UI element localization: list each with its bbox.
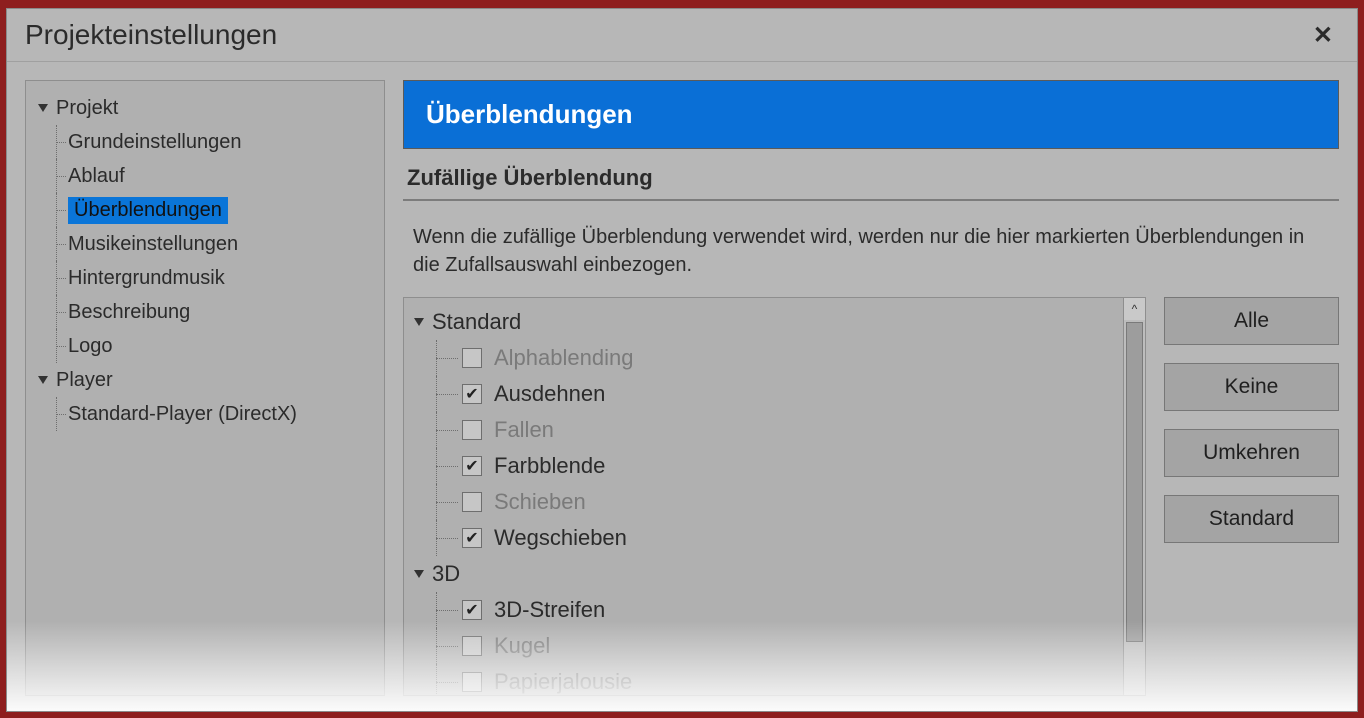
settings-window: Projekteinstellungen ✕ Projekt Grundeins… (6, 8, 1358, 712)
checkbox-icon[interactable] (462, 636, 482, 656)
transition-item-3d-streifen[interactable]: ✔ 3D-Streifen (414, 592, 1141, 628)
select-none-button[interactable]: Keine (1164, 363, 1339, 411)
sidebar-item-ueberblendungen[interactable]: Überblendungen (34, 193, 376, 227)
default-selection-button[interactable]: Standard (1164, 495, 1339, 543)
sidebar-item-grundeinstellungen[interactable]: Grundeinstellungen (34, 125, 376, 159)
transition-item-alphablending[interactable]: Alphablending (414, 340, 1141, 376)
button-column: Alle Keine Umkehren Standard (1164, 297, 1339, 696)
checkbox-icon[interactable] (462, 492, 482, 512)
transition-item-farbblende[interactable]: ✔ Farbblende (414, 448, 1141, 484)
transition-item-label: Papierjalousie (494, 669, 632, 695)
sidebar-item-hintergrundmusik[interactable]: Hintergrundmusik (34, 261, 376, 295)
section-description: Wenn die zufällige Überblendung verwende… (403, 215, 1339, 283)
caret-down-icon (38, 376, 48, 384)
transition-item-label: Farbblende (494, 453, 605, 479)
scroll-thumb[interactable] (1126, 322, 1143, 642)
checkbox-icon[interactable] (462, 420, 482, 440)
sidebar-item-label: Hintergrundmusik (68, 267, 225, 290)
list-row: Standard Alphablending ✔ Ausdehnen Fallen… (403, 297, 1339, 696)
transition-item-label: Fallen (494, 417, 554, 443)
transition-item-label: Alphablending (494, 345, 633, 371)
panel-header: Überblendungen (403, 80, 1339, 149)
transition-item-label: Ausdehnen (494, 381, 605, 407)
transition-item-label: Kugel (494, 633, 550, 659)
checkbox-checked-icon[interactable]: ✔ (462, 456, 482, 476)
transition-item-kugel[interactable]: Kugel (414, 628, 1141, 664)
sidebar-item-label: Überblendungen (68, 197, 228, 224)
sidebar-tree: Projekt Grundeinstellungen Ablauf Überbl… (25, 80, 385, 696)
sidebar-item-label: Grundeinstellungen (68, 131, 241, 154)
checkbox-icon[interactable] (462, 348, 482, 368)
transition-item-schieben[interactable]: Schieben (414, 484, 1141, 520)
window-title: Projekteinstellungen (25, 19, 277, 51)
main-panel: Überblendungen Zufällige Überblendung We… (403, 80, 1347, 696)
transition-group-label: 3D (432, 561, 460, 587)
transition-item-ausdehnen[interactable]: ✔ Ausdehnen (414, 376, 1141, 412)
titlebar: Projekteinstellungen ✕ (7, 9, 1357, 62)
caret-down-icon (414, 570, 424, 578)
transition-item-label: Wegschieben (494, 525, 627, 551)
transition-item-label: Schieben (494, 489, 586, 515)
sidebar-item-ablauf[interactable]: Ablauf (34, 159, 376, 193)
checkbox-checked-icon[interactable]: ✔ (462, 600, 482, 620)
caret-down-icon (38, 104, 48, 112)
transition-group-3d[interactable]: 3D (414, 556, 1141, 592)
transition-group-label: Standard (432, 309, 521, 335)
sidebar-item-label: Musikeinstellungen (68, 233, 238, 256)
sidebar-item-label: Logo (68, 335, 113, 358)
sidebar-group-player[interactable]: Player (34, 363, 376, 397)
sidebar-item-logo[interactable]: Logo (34, 329, 376, 363)
section-title: Zufällige Überblendung (403, 163, 1339, 201)
sidebar-item-label: Beschreibung (68, 301, 190, 324)
invert-selection-button[interactable]: Umkehren (1164, 429, 1339, 477)
sidebar-item-standard-player[interactable]: Standard-Player (DirectX) (34, 397, 376, 431)
sidebar-item-label: Ablauf (68, 165, 125, 188)
caret-down-icon (414, 318, 424, 326)
scroll-up-icon[interactable]: ^ (1124, 298, 1145, 320)
checkbox-icon[interactable] (462, 672, 482, 692)
select-all-button[interactable]: Alle (1164, 297, 1339, 345)
sidebar-item-label: Standard-Player (DirectX) (68, 403, 297, 426)
checkbox-checked-icon[interactable]: ✔ (462, 384, 482, 404)
scrollbar[interactable]: ^ (1123, 298, 1145, 695)
content-area: Projekt Grundeinstellungen Ablauf Überbl… (7, 62, 1357, 706)
transition-group-standard[interactable]: Standard (414, 304, 1141, 340)
sidebar-item-musikeinstellungen[interactable]: Musikeinstellungen (34, 227, 376, 261)
transition-item-fallen[interactable]: Fallen (414, 412, 1141, 448)
checkbox-checked-icon[interactable]: ✔ (462, 528, 482, 548)
transition-item-papierjalousie[interactable]: Papierjalousie (414, 664, 1141, 696)
transition-item-wegschieben[interactable]: ✔ Wegschieben (414, 520, 1141, 556)
sidebar-item-beschreibung[interactable]: Beschreibung (34, 295, 376, 329)
sidebar-group-projekt[interactable]: Projekt (34, 91, 376, 125)
close-icon[interactable]: ✕ (1307, 21, 1339, 50)
transition-item-label: 3D-Streifen (494, 597, 605, 623)
transition-list: Standard Alphablending ✔ Ausdehnen Fallen… (403, 297, 1146, 696)
sidebar-group-label: Player (56, 369, 113, 392)
sidebar-group-label: Projekt (56, 97, 118, 120)
